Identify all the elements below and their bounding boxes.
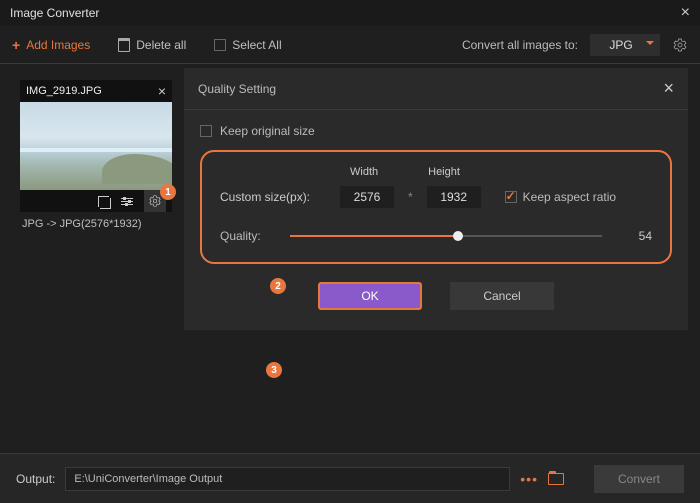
quality-slider[interactable] xyxy=(290,228,602,244)
height-input[interactable] xyxy=(427,186,481,208)
add-images-label: Add Images xyxy=(26,38,90,52)
output-path-input[interactable] xyxy=(65,467,510,491)
format-select[interactable]: JPG xyxy=(590,34,660,56)
quality-panel: Quality Setting × Keep original size Wid… xyxy=(184,68,688,330)
delete-all-label: Delete all xyxy=(136,38,186,52)
plus-icon: + xyxy=(12,37,20,53)
callout-badge-2: 2 xyxy=(270,278,286,294)
quality-label: Quality: xyxy=(220,229,280,243)
image-card-header: IMG_2919.JPG × xyxy=(20,80,172,102)
multiply-icon: * xyxy=(404,190,417,204)
keep-original-checkbox[interactable]: Keep original size xyxy=(200,124,672,138)
slider-thumb-icon[interactable] xyxy=(453,231,463,241)
remove-image-icon[interactable]: × xyxy=(158,83,166,99)
more-icon[interactable]: ••• xyxy=(520,471,538,487)
toolbar: + Add Images Delete all Select All Conve… xyxy=(0,26,700,64)
image-caption: JPG -> JPG(2576*1932) xyxy=(20,212,172,236)
aspect-ratio-checkbox[interactable]: Keep aspect ratio xyxy=(505,190,616,204)
panel-header: Quality Setting × xyxy=(184,68,688,110)
highlight-ring: Width Height Custom size(px): * Keep asp… xyxy=(200,150,672,264)
panel-title: Quality Setting xyxy=(198,82,276,96)
keep-original-label: Keep original size xyxy=(220,124,315,138)
width-label: Width xyxy=(350,166,378,178)
checkbox-icon xyxy=(200,125,212,137)
convert-to-label: Convert all images to: xyxy=(462,38,578,52)
caret-down-icon xyxy=(646,41,654,45)
panel-close-icon[interactable]: × xyxy=(663,78,674,99)
trash-icon xyxy=(118,38,130,52)
add-images-button[interactable]: + Add Images xyxy=(12,37,90,53)
custom-size-label: Custom size(px): xyxy=(220,190,330,204)
window-title: Image Converter xyxy=(10,6,99,20)
select-all-label: Select All xyxy=(232,38,281,52)
quality-value: 54 xyxy=(612,229,652,243)
footer: Output: ••• Convert xyxy=(0,453,700,503)
image-toolbar xyxy=(20,190,172,212)
cancel-button[interactable]: Cancel xyxy=(450,282,554,310)
width-input[interactable] xyxy=(340,186,394,208)
ok-button[interactable]: OK xyxy=(318,282,422,310)
checkbox-checked-icon xyxy=(505,191,517,203)
output-label: Output: xyxy=(16,472,55,486)
delete-all-button[interactable]: Delete all xyxy=(118,38,186,52)
aspect-label: Keep aspect ratio xyxy=(523,190,616,204)
image-filename: IMG_2919.JPG xyxy=(26,85,102,97)
crop-icon[interactable] xyxy=(96,194,110,208)
settings-icon[interactable] xyxy=(672,37,688,53)
callout-badge-3: 3 xyxy=(266,362,282,378)
image-thumbnail[interactable] xyxy=(20,102,172,190)
select-all-checkbox[interactable]: Select All xyxy=(214,38,281,52)
main-area: IMG_2919.JPG × JPG -> JPG(2576*1932) 1 2… xyxy=(0,64,700,444)
callout-badge-1: 1 xyxy=(160,184,176,200)
image-card: IMG_2919.JPG × JPG -> JPG(2576*1932) xyxy=(20,80,172,236)
adjust-icon[interactable] xyxy=(120,194,134,208)
open-folder-icon[interactable] xyxy=(548,473,564,485)
titlebar: Image Converter × xyxy=(0,0,700,26)
convert-button[interactable]: Convert xyxy=(594,465,684,493)
checkbox-icon xyxy=(214,39,226,51)
format-value: JPG xyxy=(609,38,632,52)
close-icon[interactable]: × xyxy=(681,4,690,22)
height-label: Height xyxy=(428,166,460,178)
